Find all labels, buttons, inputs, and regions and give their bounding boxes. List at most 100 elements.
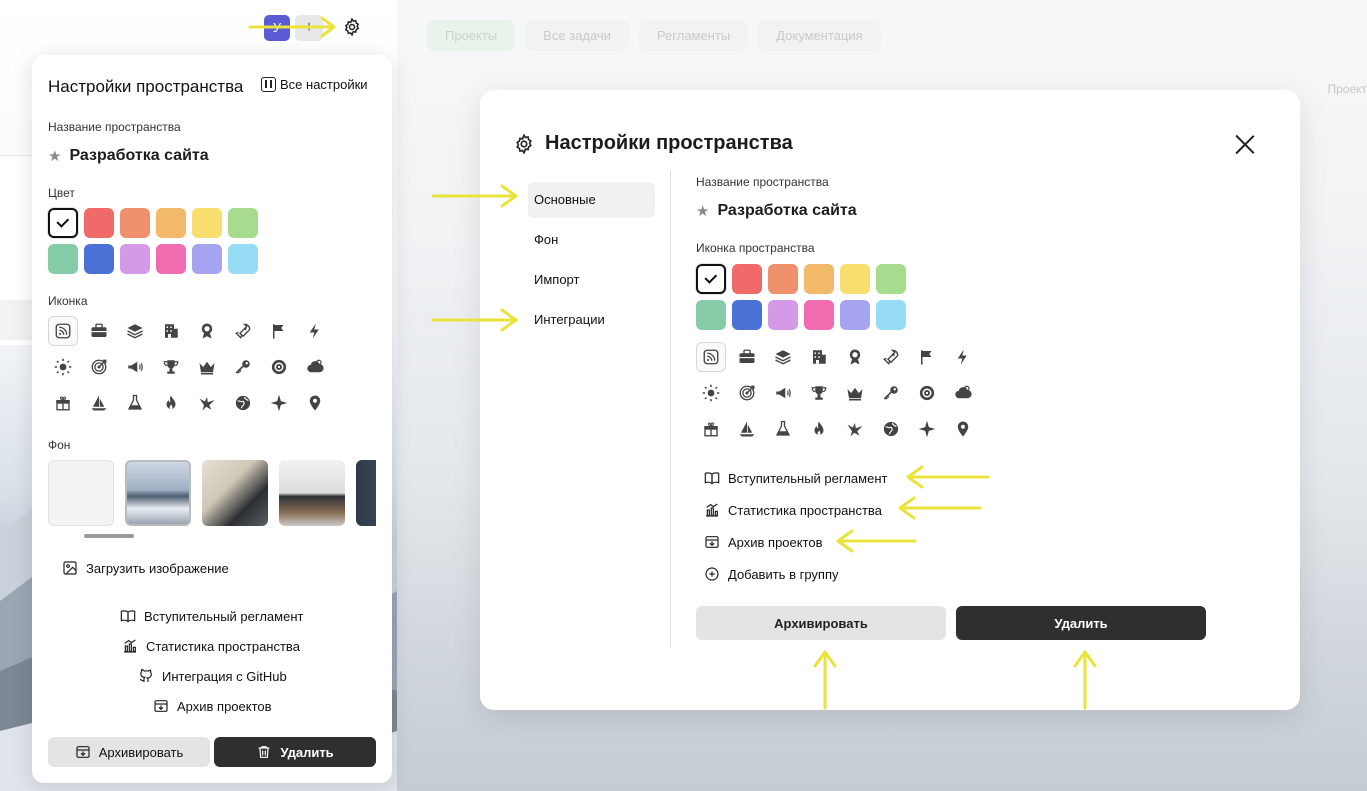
archive-button[interactable]: Архивировать: [696, 606, 946, 640]
flag-icon[interactable]: [912, 342, 942, 372]
bird-icon[interactable]: [192, 388, 222, 418]
color-swatch[interactable]: [876, 300, 906, 330]
flame-icon[interactable]: [804, 414, 834, 444]
crown-icon[interactable]: [192, 352, 222, 382]
building-icon[interactable]: [156, 316, 186, 346]
upload-image-button[interactable]: Загрузить изображение: [62, 560, 229, 576]
space-stats-link[interactable]: Статистика пространства: [704, 502, 882, 518]
color-swatch[interactable]: [768, 264, 798, 294]
intro-regulation-link[interactable]: Вступительный регламент: [120, 608, 303, 624]
archive-button[interactable]: Архивировать: [48, 737, 210, 767]
add-to-group-link[interactable]: Добавить в группу: [704, 566, 839, 582]
bird-icon[interactable]: [840, 414, 870, 444]
gear-icon[interactable]: [342, 17, 362, 37]
color-swatch[interactable]: [192, 244, 222, 274]
background-thumb-mountains[interactable]: [125, 460, 191, 526]
color-swatch[interactable]: [192, 208, 222, 238]
background-thumb-none[interactable]: [48, 460, 114, 526]
color-swatch[interactable]: [804, 264, 834, 294]
flask-icon[interactable]: [768, 414, 798, 444]
sparkles-icon[interactable]: [264, 388, 294, 418]
nav-item-import[interactable]: Импорт: [528, 262, 655, 298]
delete-button[interactable]: Удалить: [956, 606, 1206, 640]
layers-icon[interactable]: [768, 342, 798, 372]
flame-icon[interactable]: [156, 388, 186, 418]
megaphone-icon[interactable]: [768, 378, 798, 408]
add-button[interactable]: +: [295, 15, 323, 41]
flag-icon[interactable]: [264, 316, 294, 346]
color-swatch[interactable]: [840, 300, 870, 330]
globe-icon[interactable]: [228, 388, 258, 418]
background-thumb-desk[interactable]: [202, 460, 268, 526]
background-thumb-workspace[interactable]: [279, 460, 345, 526]
star-icon[interactable]: ★: [696, 202, 709, 220]
color-swatch[interactable]: [156, 208, 186, 238]
badge-icon[interactable]: [840, 342, 870, 372]
nav-item-general[interactable]: Основные: [528, 182, 655, 218]
color-swatch[interactable]: [48, 244, 78, 274]
color-swatch[interactable]: [732, 300, 762, 330]
color-swatch[interactable]: [804, 300, 834, 330]
building-icon[interactable]: [804, 342, 834, 372]
nav-item-integrations[interactable]: Интеграции: [528, 302, 655, 338]
sun-icon[interactable]: [48, 352, 78, 382]
intro-regulation-link[interactable]: Вступительный регламент: [704, 470, 887, 486]
background-thumb-city[interactable]: [356, 460, 376, 526]
sailboat-icon[interactable]: [84, 388, 114, 418]
megaphone-icon[interactable]: [120, 352, 150, 382]
map-pin-icon[interactable]: [300, 388, 330, 418]
gift-icon[interactable]: [696, 414, 726, 444]
trophy-icon[interactable]: [156, 352, 186, 382]
color-swatch[interactable]: [84, 244, 114, 274]
color-swatch[interactable]: [156, 244, 186, 274]
space-name[interactable]: ★ Разработка сайта: [48, 147, 209, 165]
projects-archive-link[interactable]: Архив проектов: [153, 698, 272, 714]
color-swatch[interactable]: [228, 208, 258, 238]
color-swatch[interactable]: [120, 208, 150, 238]
delete-button[interactable]: Удалить: [214, 737, 376, 767]
color-swatch[interactable]: [840, 264, 870, 294]
user-avatar[interactable]: У: [264, 15, 290, 41]
color-swatch[interactable]: [84, 208, 114, 238]
aperture-icon[interactable]: [912, 378, 942, 408]
space-stats-link[interactable]: Статистика пространства: [122, 638, 300, 654]
color-swatch[interactable]: [876, 264, 906, 294]
close-icon[interactable]: [1234, 134, 1256, 156]
globe-icon[interactable]: [876, 414, 906, 444]
color-swatch[interactable]: [228, 244, 258, 274]
projects-archive-link[interactable]: Архив проектов: [704, 534, 823, 550]
target-icon[interactable]: [84, 352, 114, 382]
trophy-icon[interactable]: [804, 378, 834, 408]
nav-item-background[interactable]: Фон: [528, 222, 655, 258]
color-swatch[interactable]: [732, 264, 762, 294]
gift-icon[interactable]: [48, 388, 78, 418]
sailboat-icon[interactable]: [732, 414, 762, 444]
sparkles-icon[interactable]: [912, 414, 942, 444]
briefcase-icon[interactable]: [732, 342, 762, 372]
rss-icon[interactable]: [48, 316, 78, 346]
star-icon[interactable]: ★: [48, 147, 61, 165]
badge-icon[interactable]: [192, 316, 222, 346]
cloud-icon[interactable]: [300, 352, 330, 382]
bolt-icon[interactable]: [948, 342, 978, 372]
crown-icon[interactable]: [840, 378, 870, 408]
color-swatch-selected[interactable]: [696, 264, 726, 294]
rocket-icon[interactable]: [228, 316, 258, 346]
rss-icon[interactable]: [696, 342, 726, 372]
target-icon[interactable]: [732, 378, 762, 408]
sun-icon[interactable]: [696, 378, 726, 408]
color-swatch-selected[interactable]: [48, 208, 78, 238]
cloud-icon[interactable]: [948, 378, 978, 408]
flask-icon[interactable]: [120, 388, 150, 418]
space-name[interactable]: ★ Разработка сайта: [696, 202, 857, 220]
color-swatch[interactable]: [696, 300, 726, 330]
key-icon[interactable]: [228, 352, 258, 382]
thumbnail-scrollbar[interactable]: [84, 534, 134, 538]
color-swatch[interactable]: [120, 244, 150, 274]
background-thumbnails[interactable]: [48, 460, 376, 528]
bolt-icon[interactable]: [300, 316, 330, 346]
map-pin-icon[interactable]: [948, 414, 978, 444]
color-swatch[interactable]: [768, 300, 798, 330]
key-icon[interactable]: [876, 378, 906, 408]
all-settings-button[interactable]: Все настройки: [261, 77, 368, 92]
